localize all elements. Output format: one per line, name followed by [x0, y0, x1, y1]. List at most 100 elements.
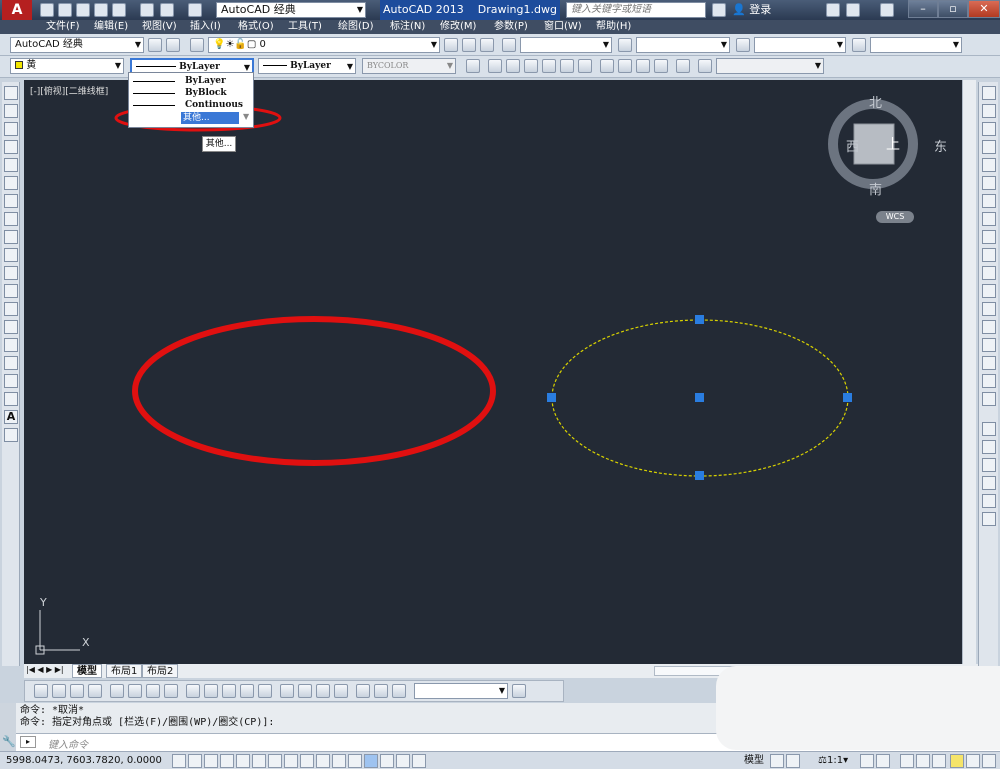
menu-window[interactable]: 窗口(W)	[544, 20, 582, 34]
binoculars-icon[interactable]	[712, 3, 726, 17]
camera-icon[interactable]	[676, 59, 690, 73]
ellipse-arc-icon[interactable]	[4, 266, 18, 280]
nw-iso-icon[interactable]	[654, 59, 668, 73]
continue-icon[interactable]	[222, 684, 236, 698]
draw-order-back-icon[interactable]	[982, 440, 996, 454]
arc-icon[interactable]	[4, 176, 18, 190]
linetype-option-other[interactable]: 其他...	[181, 112, 239, 124]
tab-layout1[interactable]: 布局1	[106, 664, 143, 678]
se-iso-icon[interactable]	[618, 59, 632, 73]
scale-icon[interactable]	[982, 212, 996, 226]
view-right-icon[interactable]	[542, 59, 556, 73]
wrench-icon[interactable]: 🔧	[2, 735, 16, 748]
polyline-icon[interactable]	[4, 122, 18, 136]
snap-icon[interactable]	[188, 754, 202, 768]
workspace-switching-icon[interactable]	[900, 754, 914, 768]
menu-insert[interactable]: 插入(I)	[190, 20, 221, 34]
save-icon[interactable]	[76, 3, 90, 17]
annotation-scale[interactable]: ⚖1:1▾	[818, 752, 848, 769]
rectangle-icon[interactable]	[4, 158, 18, 172]
break-at-point-icon[interactable]	[982, 284, 996, 298]
menu-tools[interactable]: 工具(T)	[288, 20, 322, 34]
quick-view-drawings-icon[interactable]	[786, 754, 800, 768]
radius-dim-icon[interactable]	[110, 684, 124, 698]
workspace-combo[interactable]: AutoCAD 经典 ▼	[10, 37, 144, 53]
circle-icon[interactable]	[4, 194, 18, 208]
copy-icon[interactable]	[982, 104, 996, 118]
text-style-combo[interactable]: ▼	[520, 37, 612, 53]
viewcube-north[interactable]: 北	[869, 92, 882, 111]
chamfer-icon[interactable]	[982, 338, 996, 352]
transparency-icon[interactable]	[348, 754, 362, 768]
make-current-layer-icon[interactable]	[444, 38, 458, 52]
multileader-style-icon[interactable]	[852, 38, 866, 52]
explode-icon[interactable]	[982, 392, 996, 406]
linetype-option-continuous[interactable]: Continuous	[133, 99, 251, 111]
break-icon[interactable]	[982, 302, 996, 316]
minimize-button[interactable]: –	[908, 0, 938, 18]
bring-above-icon[interactable]	[982, 458, 996, 472]
view-top-icon[interactable]	[488, 59, 502, 73]
help-icon[interactable]	[880, 3, 894, 17]
dim-style-combo-bottom[interactable]: ▼	[414, 683, 508, 699]
plot-icon[interactable]	[140, 3, 154, 17]
send-under-icon[interactable]	[982, 476, 996, 490]
multileader-style-combo[interactable]: ▼	[870, 37, 962, 53]
view-back-icon[interactable]	[578, 59, 592, 73]
open-icon[interactable]	[58, 3, 72, 17]
gradient-icon[interactable]	[4, 356, 18, 370]
3d-osnap-icon[interactable]	[268, 754, 282, 768]
selection-cycling-icon[interactable]	[380, 754, 394, 768]
layer-state-icon[interactable]	[480, 38, 494, 52]
auto-scale-icon[interactable]	[876, 754, 890, 768]
maximize-button[interactable]: ▫	[938, 0, 968, 18]
ne-iso-icon[interactable]	[636, 59, 650, 73]
lock-icon[interactable]	[916, 754, 930, 768]
add-selected-icon[interactable]	[4, 428, 18, 442]
inspection-icon[interactable]	[316, 684, 330, 698]
dim-edit-icon[interactable]	[356, 684, 370, 698]
dim-style-icon[interactable]	[512, 684, 526, 698]
menu-dimension[interactable]: 标注(N)	[390, 20, 425, 34]
command-input[interactable]: 键入命令	[48, 736, 88, 751]
ucs-combo[interactable]: ▼	[716, 58, 824, 74]
aligned-dim-icon[interactable]	[52, 684, 66, 698]
point-icon[interactable]	[4, 320, 18, 334]
viewcube-east[interactable]: 东	[934, 136, 947, 155]
fillet-icon[interactable]	[982, 356, 996, 370]
workspace-save-icon[interactable]	[166, 38, 180, 52]
recent-commands-icon[interactable]: ▸	[20, 736, 36, 748]
table-style-icon[interactable]	[736, 38, 750, 52]
revision-cloud-icon[interactable]	[4, 212, 18, 226]
multiline-text-icon[interactable]: A	[4, 410, 18, 424]
quick-properties-icon[interactable]	[364, 754, 378, 768]
tolerance-icon[interactable]	[280, 684, 294, 698]
isolate-objects-icon[interactable]	[950, 754, 964, 768]
wcs-menu[interactable]: WCS	[876, 211, 914, 223]
lineweight-icon[interactable]	[332, 754, 346, 768]
erase-icon[interactable]	[982, 86, 996, 100]
ucs-icon[interactable]	[698, 59, 712, 73]
status-menu-icon[interactable]	[966, 754, 980, 768]
construction-line-icon[interactable]	[4, 104, 18, 118]
menu-file[interactable]: 文件(F)	[46, 20, 80, 34]
tab-model[interactable]: 模型	[72, 664, 102, 678]
layer-properties-icon[interactable]	[190, 38, 204, 52]
clean-screen-icon[interactable]	[982, 754, 996, 768]
angular-dim-icon[interactable]	[164, 684, 178, 698]
application-menu-button[interactable]: A	[2, 0, 32, 20]
model-space-label[interactable]: 模型	[744, 752, 764, 769]
drawing-area[interactable]: [-][俯视][二维线框] 北 南 西 东 上 WCS Y X	[24, 80, 962, 664]
move-icon[interactable]	[982, 176, 996, 190]
coordinates-readout[interactable]: 5998.0473, 7603.7820, 0.0000	[6, 752, 162, 769]
make-block-icon[interactable]	[4, 302, 18, 316]
new-icon[interactable]	[40, 3, 54, 17]
table-icon[interactable]	[4, 392, 18, 406]
menu-edit[interactable]: 编辑(E)	[94, 20, 128, 34]
otrack-icon[interactable]	[284, 754, 298, 768]
hatch-to-back-icon[interactable]	[982, 512, 996, 526]
trim-icon[interactable]	[982, 248, 996, 262]
grid-icon[interactable]	[204, 754, 218, 768]
spline-icon[interactable]	[4, 230, 18, 244]
baseline-icon[interactable]	[204, 684, 218, 698]
